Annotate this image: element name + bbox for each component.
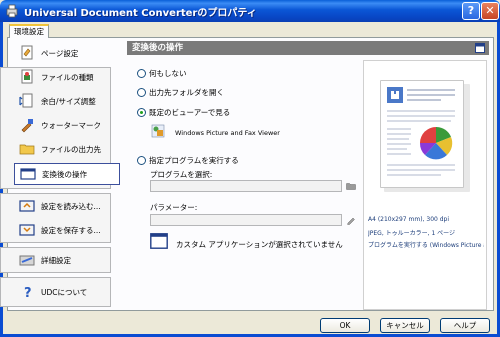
custom-app-text: カスタム アプリケーションが選択されていません [176,240,343,249]
edit-pencil-icon[interactable] [346,215,356,225]
document-preview [380,80,464,188]
viewer-name: Windows Picture and Fax Viewer [175,129,280,137]
sidebar-item-page-settings[interactable]: ページ設定 [14,41,120,65]
viewer-app-icon [151,124,165,138]
sidebar-item-about[interactable]: ? UDCについて [14,280,120,304]
load-settings-icon [19,200,35,212]
page-settings-icon [21,45,33,60]
option-label: 出力先フォルダを開く [149,88,224,97]
sidebar-item-label: UDCについて [41,287,88,297]
advanced-settings-icon [19,255,35,266]
radio-button-selected[interactable] [137,108,146,117]
sidebar-item-label: 設定を保存する... [41,225,101,235]
sidebar-item-label: 設定を読み込む... [41,201,101,211]
watermark-icon [21,119,33,133]
sidebar-item-margin-size[interactable]: 余白/サイズ調整 [14,89,120,113]
option-open-folder[interactable]: 出力先フォルダを開く [137,87,224,98]
preview-action-info: プログラムを実行する (Windows Picture and [368,242,484,249]
radio-button[interactable] [137,88,146,97]
tab-environment-settings[interactable]: 環境設定 [9,24,49,38]
sidebar-item-label: 詳細設定 [41,255,71,265]
title-close-button[interactable]: ✕ [481,2,499,20]
file-type-icon [21,69,33,84]
help-button[interactable]: ヘルプ [440,318,490,333]
post-action-icon [20,168,36,180]
sidebar-item-label: ファイルの出力先 [41,144,101,154]
sidebar-item-label: 余白/サイズ調整 [41,96,96,106]
sidebar-item-post-action[interactable]: 変換後の操作 [14,163,120,185]
option-default-viewer[interactable]: 既定のビューアーで見る [137,107,230,118]
section-header: 変換後の操作 [127,41,489,55]
params-field[interactable] [150,214,342,226]
help-icon: ? [24,286,32,300]
program-label: プログラムを選択: [150,170,213,179]
document-thumbnail [387,87,455,176]
sidebar-item-file-type[interactable]: ファイルの種類 [14,65,120,89]
cancel-button[interactable]: キャンセル [380,318,430,333]
sidebar-item-advanced[interactable]: 詳細設定 [14,248,120,272]
margin-size-icon [19,93,33,108]
title-bar: Universal Document Converterのプロパティ ? ✕ [0,0,500,22]
sidebar-item-watermark[interactable]: ウォーターマーク [14,113,120,137]
option-label: 指定プログラムを実行する [149,156,239,165]
printer-icon [6,4,18,18]
sidebar-item-save-settings[interactable]: 設定を保存する... [14,218,120,242]
folder-browse-icon[interactable] [346,181,356,191]
output-folder-icon [19,144,35,155]
save-settings-icon [19,224,35,236]
radio-button[interactable] [137,69,146,78]
sidebar-item-label: ファイルの種類 [41,72,94,82]
sidebar-item-load-settings[interactable]: 設定を読み込む... [14,194,120,218]
option-label: 何もしない [149,69,187,78]
custom-app-icon [150,233,168,249]
params-label: パラメーター: [150,203,198,212]
svg-text:?: ? [24,286,32,300]
sidebar-item-output-folder[interactable]: ファイルの出力先 [14,137,120,161]
title-help-button[interactable]: ? [462,2,480,20]
option-do-nothing[interactable]: 何もしない [137,68,187,79]
ok-button[interactable]: OK [320,318,370,333]
option-run-program[interactable]: 指定プログラムを実行する [137,155,239,166]
window-icon [475,43,485,53]
sidebar-item-label: ウォーターマーク [41,120,101,130]
option-label: 既定のビューアーで見る [149,108,231,117]
preview-page-info: A4 (210x297 mm), 300 dpi [368,216,450,223]
sidebar-item-label: ページ設定 [41,48,79,58]
preview-format-info: JPEG, トゥルーカラー, 1 ページ [368,230,456,237]
radio-button[interactable] [137,156,146,165]
section-title: 変換後の操作 [132,43,184,53]
program-field[interactable] [150,180,342,192]
sidebar-item-label: 変換後の操作 [42,169,87,179]
window-title: Universal Document Converterのプロパティ [24,8,257,19]
